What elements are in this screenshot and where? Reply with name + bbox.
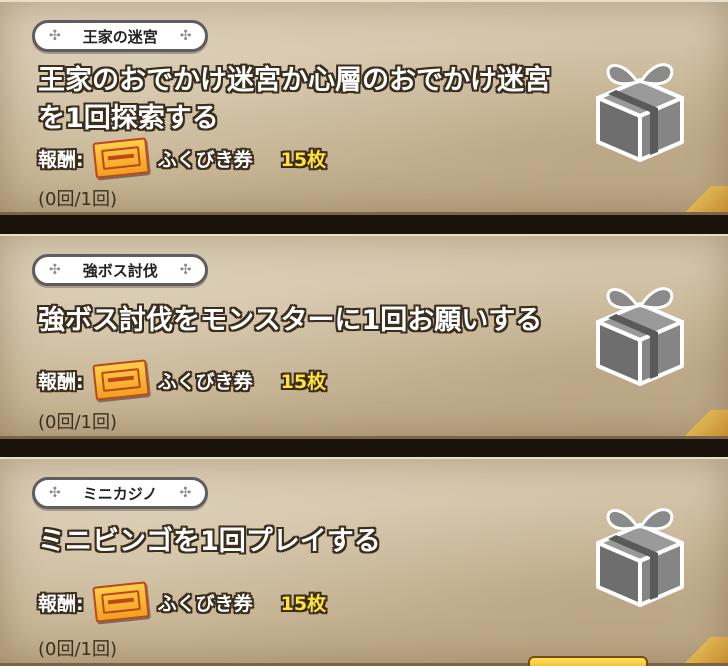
sparkle-icon: ✣ [49, 262, 61, 278]
category-tag: ✣ ミニカジノ ✣ [32, 477, 209, 509]
partial-button[interactable] [528, 656, 648, 666]
mission-title-line: 王家のおでかけ迷宮か心層のおでかけ迷宮 [38, 65, 551, 96]
sparkle-icon: ✣ [179, 28, 192, 44]
category-tag: ✣ 王家の迷宮 ✣ [32, 20, 209, 52]
reward-count: 15枚 [280, 370, 327, 393]
mission-title: ミニビンゴを1回プレイする [38, 523, 578, 561]
category-label: 王家の迷宮 [82, 27, 158, 46]
mission-card[interactable]: ✣ 王家の迷宮 ✣ 王家のおでかけ迷宮か心層のおでかけ迷宮 を1回探索する 報酬… [0, 0, 728, 215]
gift-box-icon [596, 63, 684, 162]
reward-label: 報酬: [38, 148, 84, 171]
mission-title: 王家のおでかけ迷宮か心層のおでかけ迷宮 を1回探索する [38, 62, 578, 138]
category-label: ミニカジノ [82, 484, 158, 503]
mission-card[interactable]: ✣ 強ボス討伐 ✣ 強ボス討伐をモンスターに1回お願いする 報酬: ふくびき券 … [0, 234, 728, 439]
sparkle-icon: ✣ [179, 485, 192, 501]
reward-row: 報酬: ふくびき券 15枚 [38, 581, 327, 623]
reward-item-name: ふくびき券 [157, 370, 253, 393]
mission-title-line: を1回探索する [38, 103, 219, 134]
progress-text: (0回/1回) [38, 189, 118, 210]
category-label: 強ボス討伐 [82, 261, 158, 280]
reward-count: 15枚 [280, 592, 327, 615]
reward-row: 報酬: ふくびき券 15枚 [38, 359, 327, 401]
mission-title: 強ボス討伐をモンスターに1回お願いする [38, 302, 578, 340]
ticket-icon [91, 581, 150, 623]
reward-label: 報酬: [38, 592, 84, 615]
sparkle-icon: ✣ [49, 28, 61, 44]
reward-item-name: ふくびき券 [157, 148, 253, 171]
gift-box-icon [596, 287, 684, 386]
mission-title-line: 強ボス討伐をモンスターに1回お願いする [38, 305, 543, 336]
reward-row: 報酬: ふくびき券 15枚 [38, 137, 327, 179]
reward-label: 報酬: [38, 370, 84, 393]
reward-item-name: ふくびき券 [157, 592, 253, 615]
progress-text: (0回/1回) [38, 412, 118, 433]
gift-box-icon [596, 508, 684, 607]
category-tag: ✣ 強ボス討伐 ✣ [32, 254, 209, 286]
ticket-icon [91, 137, 150, 179]
sparkle-icon: ✣ [49, 485, 61, 501]
reward-count: 15枚 [280, 148, 327, 171]
mission-card[interactable]: ✣ ミニカジノ ✣ ミニビンゴを1回プレイする 報酬: ふくびき券 15枚 (0… [0, 457, 728, 666]
sparkle-icon: ✣ [179, 262, 192, 278]
mission-title-line: ミニビンゴを1回プレイする [38, 526, 381, 557]
ticket-icon [91, 359, 150, 401]
progress-text: (0回/1回) [38, 639, 118, 660]
